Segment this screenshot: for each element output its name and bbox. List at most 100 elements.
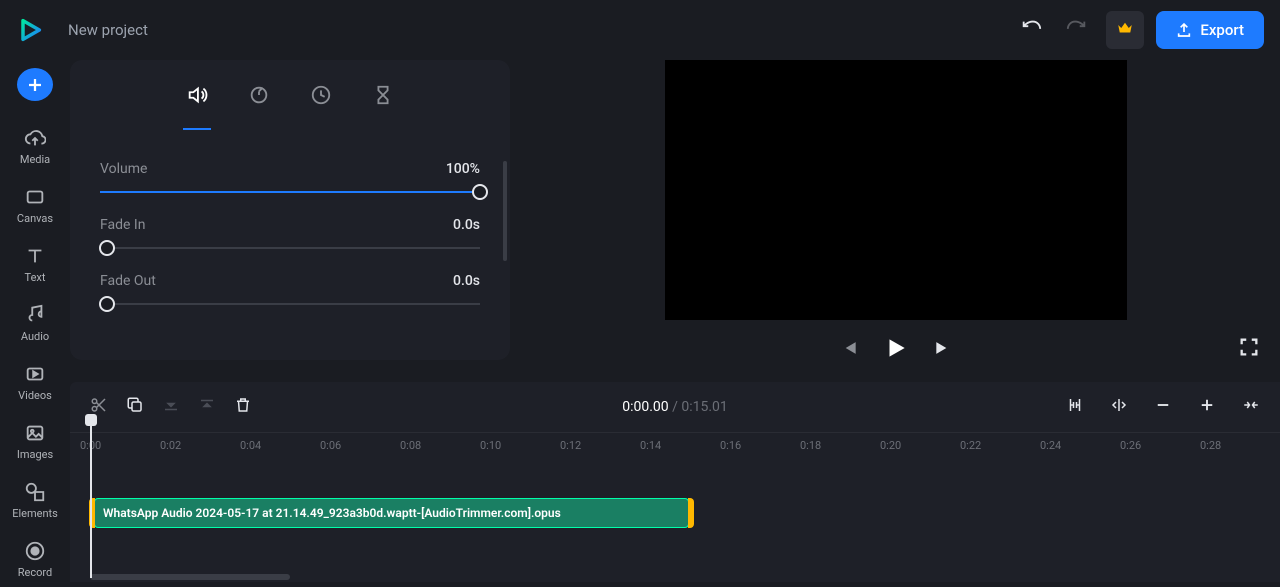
sidebar-label: Videos	[18, 389, 52, 402]
sidebar-item-text[interactable]: Text	[0, 237, 70, 292]
volume-slider[interactable]	[100, 191, 480, 193]
canvas-icon	[24, 186, 46, 208]
slider-thumb[interactable]	[99, 240, 115, 256]
slider-thumb[interactable]	[472, 184, 488, 200]
fit-button[interactable]	[1238, 392, 1264, 422]
timeline-scrollbar[interactable]	[90, 574, 290, 580]
cloud-upload-icon	[24, 127, 46, 149]
timeline-toolbar: 0:00.00 / 0:15.01	[70, 382, 1280, 432]
properties-panel: Volume 100% Fade In 0.0s Fade Out 0.0s	[70, 60, 510, 360]
ruler-tick: 0:02	[160, 439, 181, 452]
ruler-tick: 0:08	[400, 439, 421, 452]
app-logo[interactable]	[16, 16, 44, 44]
layer-up-button[interactable]	[158, 392, 184, 422]
sidebar-item-media[interactable]: Media	[0, 119, 70, 174]
sidebar-item-videos[interactable]: Videos	[0, 355, 70, 410]
undo-button[interactable]	[1014, 11, 1048, 49]
plus-icon	[1198, 396, 1216, 414]
zoom-out-button[interactable]	[1150, 392, 1176, 422]
sidebar-item-record[interactable]: Record	[0, 532, 70, 587]
fadein-label: Fade In	[100, 217, 145, 233]
ruler-tick: 0:10	[480, 439, 501, 452]
ruler-tick: 0:26	[1120, 439, 1141, 452]
snap-button[interactable]	[1062, 392, 1088, 422]
export-button[interactable]: Export	[1156, 11, 1264, 49]
volume-label: Volume	[100, 161, 147, 177]
fadeout-slider[interactable]	[100, 303, 480, 305]
sidebar-item-canvas[interactable]: Canvas	[0, 178, 70, 233]
playhead[interactable]	[90, 418, 92, 578]
split-view-icon	[1110, 396, 1128, 414]
redo-button	[1060, 11, 1094, 49]
ruler-tick: 0:20	[880, 439, 901, 452]
clip-handle-right[interactable]	[688, 498, 694, 528]
properties-body: Volume 100% Fade In 0.0s Fade Out 0.0s	[70, 131, 510, 305]
fullscreen-icon	[1238, 336, 1260, 358]
audio-clip[interactable]: WhatsApp Audio 2024-05-17 at 21.14.49_92…	[94, 498, 689, 528]
current-time: 0:00.00	[622, 399, 668, 415]
ruler-tick: 0:18	[800, 439, 821, 452]
timeline-time: 0:00.00 / 0:15.01	[622, 399, 728, 415]
fadeout-control: Fade Out 0.0s	[100, 273, 480, 305]
ruler-tick: 0:24	[1040, 439, 1061, 452]
skip-back-icon	[839, 338, 859, 358]
video-icon	[24, 363, 46, 385]
ruler-tick: 0:12	[560, 439, 581, 452]
slider-thumb[interactable]	[99, 296, 115, 312]
play-button[interactable]	[883, 335, 909, 365]
upload-icon	[1176, 22, 1192, 38]
line-up-icon	[162, 396, 180, 414]
ruler-tick: 0:14	[640, 439, 661, 452]
layer-down-button[interactable]	[194, 392, 220, 422]
upgrade-button[interactable]	[1106, 11, 1144, 49]
volume-control: Volume 100%	[100, 161, 480, 193]
panel-scrollbar[interactable]	[503, 161, 507, 261]
tab-duration[interactable]	[366, 78, 400, 116]
project-title[interactable]: New project	[68, 21, 1014, 39]
time-sep: /	[669, 399, 682, 415]
sidebar-label: Record	[18, 566, 52, 579]
sidebar-label: Media	[20, 153, 50, 166]
scissors-icon	[90, 396, 108, 414]
properties-tabs	[70, 60, 510, 131]
sidebar-label: Audio	[21, 330, 49, 343]
sidebar-item-elements[interactable]: Elements	[0, 473, 70, 528]
trash-icon	[234, 396, 252, 414]
delete-button[interactable]	[230, 392, 256, 422]
clock-icon	[310, 84, 332, 106]
fadein-control: Fade In 0.0s	[100, 217, 480, 249]
line-down-icon	[198, 396, 216, 414]
music-icon	[24, 304, 46, 326]
ruler-tick: 0:22	[960, 439, 981, 452]
tab-timing[interactable]	[304, 78, 338, 116]
sidebar-item-audio[interactable]: Audio	[0, 296, 70, 351]
tab-volume[interactable]	[180, 78, 214, 116]
fadein-slider[interactable]	[100, 247, 480, 249]
playback-controls	[665, 330, 1127, 370]
tab-speed[interactable]	[242, 78, 276, 116]
split-view-button[interactable]	[1106, 392, 1132, 422]
sidebar-label: Text	[25, 271, 46, 284]
minus-icon	[1154, 396, 1172, 414]
header: New project Export	[0, 0, 1280, 60]
ruler-tick: 0:28	[1200, 439, 1221, 452]
ruler-tick: 0:16	[720, 439, 741, 452]
play-icon	[883, 335, 909, 361]
sidebar-label: Images	[17, 448, 53, 461]
sidebar-item-images[interactable]: Images	[0, 414, 70, 469]
timeline-ruler[interactable]: 0:000:020:040:060:080:100:120:140:160:18…	[70, 432, 1280, 456]
fit-icon	[1242, 396, 1260, 414]
text-icon	[24, 245, 46, 267]
copy-button[interactable]	[122, 392, 148, 422]
prev-button[interactable]	[839, 338, 859, 362]
next-button[interactable]	[933, 338, 953, 362]
shapes-icon	[24, 481, 46, 503]
zoom-in-button[interactable]	[1194, 392, 1220, 422]
add-button[interactable]	[17, 68, 53, 101]
video-preview[interactable]	[665, 60, 1127, 320]
snap-icon	[1066, 396, 1084, 414]
timeline-right-tools	[1062, 392, 1264, 422]
sidebar: Media Canvas Text Audio Videos Images El…	[0, 60, 70, 587]
clip-label: WhatsApp Audio 2024-05-17 at 21.14.49_92…	[103, 506, 561, 520]
fullscreen-button[interactable]	[1238, 336, 1260, 362]
